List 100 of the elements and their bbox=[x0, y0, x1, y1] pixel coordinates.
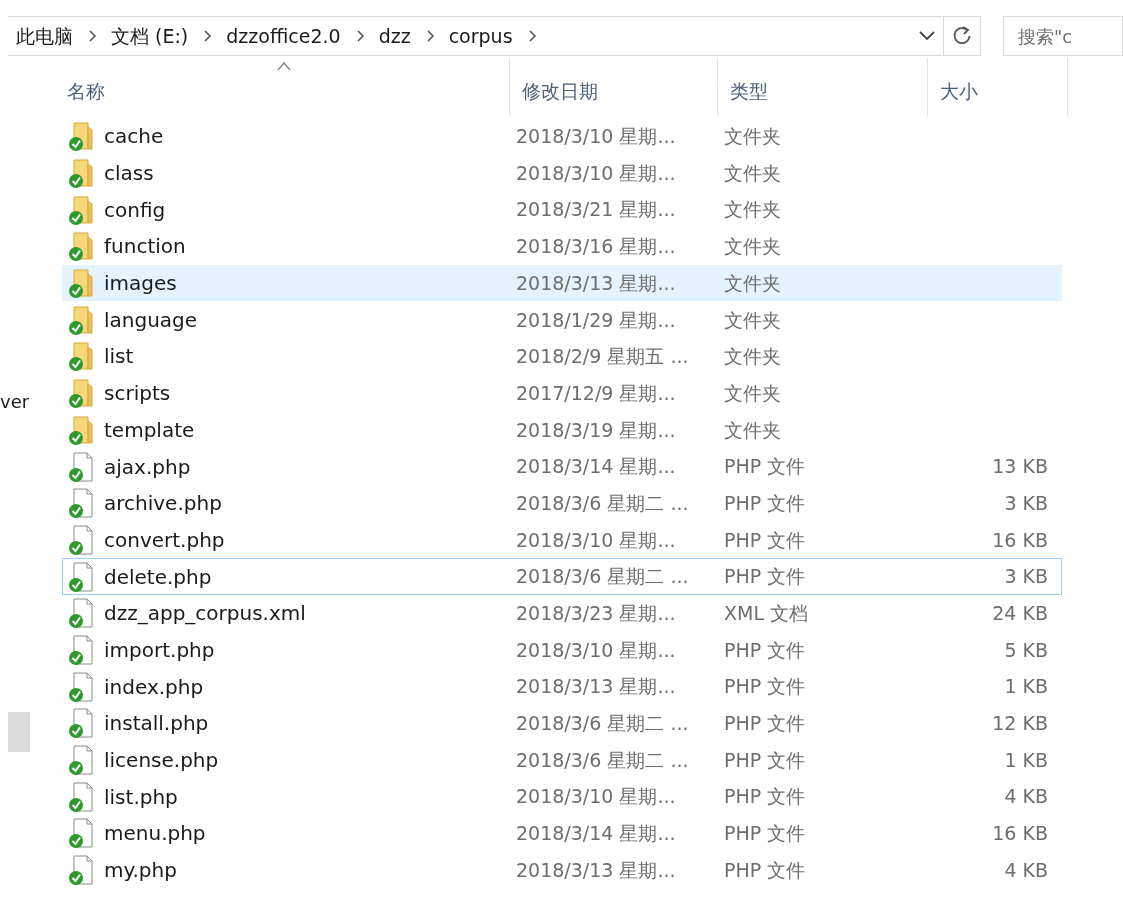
date-cell: 2018/3/6 星期二 ... bbox=[516, 748, 689, 771]
date-cell: 2018/3/23 星期... bbox=[516, 602, 676, 625]
folder-check-icon bbox=[68, 414, 96, 445]
file-row[interactable]: class 2018/3/10 星期... 文件夹 bbox=[62, 154, 1062, 192]
date-cell: 2018/3/6 星期二 ... bbox=[516, 565, 689, 588]
refresh-icon[interactable] bbox=[952, 25, 972, 47]
breadcrumb-item[interactable]: dzzoffice2.0 bbox=[218, 21, 349, 51]
file-row[interactable]: menu.php 2018/3/14 星期... PHP 文件 16 KB bbox=[62, 815, 1062, 852]
file-row[interactable]: install.php 2018/3/6 星期二 ... PHP 文件 12 KB bbox=[62, 705, 1062, 742]
type-cell: 文件夹 bbox=[724, 418, 781, 441]
type-cell: 文件夹 bbox=[724, 235, 781, 258]
file-row[interactable]: archive.php 2018/3/6 星期二 ... PHP 文件 3 KB bbox=[62, 484, 1062, 522]
nav-item-label[interactable]: ver bbox=[0, 388, 30, 415]
chevron-right-icon[interactable] bbox=[424, 29, 435, 43]
type-cell: PHP 文件 bbox=[724, 748, 806, 771]
column-header[interactable]: 大小 bbox=[928, 58, 1068, 116]
date-cell: 2018/3/13 星期... bbox=[516, 675, 676, 698]
column-header[interactable]: 名称 bbox=[55, 58, 510, 116]
breadcrumb-item[interactable]: 此电脑 bbox=[8, 21, 81, 51]
type-cell: 文件夹 bbox=[724, 161, 781, 184]
file-row[interactable]: list 2018/2/9 星期五 ... 文件夹 bbox=[62, 338, 1062, 375]
date-cell: 2018/2/9 星期五 ... bbox=[516, 345, 689, 368]
date-cell: 2018/3/13 星期... bbox=[516, 858, 676, 881]
column-header[interactable]: 类型 bbox=[718, 58, 928, 116]
date-cell: 2017/12/9 星期... bbox=[516, 381, 676, 404]
folder-check-icon bbox=[68, 304, 96, 335]
file-name[interactable]: convert.php bbox=[104, 524, 225, 555]
file-name[interactable]: language bbox=[104, 304, 198, 335]
file-name[interactable]: index.php bbox=[104, 671, 204, 702]
file-row[interactable]: scripts 2017/12/9 星期... 文件夹 bbox=[62, 374, 1062, 412]
file-row[interactable]: index.php 2018/3/13 星期... PHP 文件 1 KB bbox=[62, 668, 1062, 705]
file-row[interactable]: config 2018/3/21 星期... 文件夹 bbox=[62, 191, 1062, 229]
file-row[interactable]: convert.php 2018/3/10 星期... PHP 文件 16 KB bbox=[62, 521, 1062, 559]
file-row[interactable]: template 2018/3/19 星期... 文件夹 bbox=[62, 411, 1062, 449]
file-name[interactable]: menu.php bbox=[104, 818, 206, 849]
file-row[interactable]: license.php 2018/3/6 星期二 ... PHP 文件 1 KB bbox=[62, 741, 1062, 779]
date-cell: 2018/3/10 星期... bbox=[516, 125, 676, 148]
type-cell: PHP 文件 bbox=[724, 638, 806, 661]
date-cell: 2018/1/29 星期... bbox=[516, 308, 676, 331]
file-name[interactable]: ajax.php bbox=[104, 451, 191, 482]
file-row[interactable]: import.php 2018/3/10 星期... PHP 文件 5 KB bbox=[62, 631, 1062, 669]
chevron-right-icon[interactable] bbox=[202, 29, 213, 43]
file-name[interactable]: cache bbox=[104, 121, 164, 152]
date-cell: 2018/3/16 星期... bbox=[516, 235, 676, 258]
file-check-icon bbox=[68, 745, 96, 776]
file-check-icon bbox=[68, 598, 96, 629]
size-cell: 13 KB bbox=[992, 455, 1048, 478]
type-cell: 文件夹 bbox=[724, 271, 781, 294]
size-cell: 4 KB bbox=[1004, 858, 1048, 881]
file-name[interactable]: template bbox=[104, 414, 195, 445]
file-row[interactable]: list.php 2018/3/10 星期... PHP 文件 4 KB bbox=[62, 778, 1062, 816]
chevron-right-icon[interactable] bbox=[87, 29, 97, 43]
file-name[interactable]: license.php bbox=[104, 745, 219, 776]
date-cell: 2018/3/10 星期... bbox=[516, 785, 676, 808]
file-row[interactable]: dzz_app_corpus.xml 2018/3/23 星期... XML 文档 24 KB bbox=[62, 594, 1062, 632]
file-row[interactable]: images 2018/3/13 星期... 文件夹 bbox=[62, 264, 1062, 302]
chevron-right-icon[interactable] bbox=[354, 29, 365, 43]
file-name[interactable]: archive.php bbox=[104, 488, 222, 519]
file-name[interactable]: list bbox=[104, 341, 134, 372]
file-name[interactable]: my.php bbox=[104, 855, 177, 886]
file-check-icon bbox=[68, 561, 96, 592]
search-field[interactable]: 搜索"c bbox=[1003, 16, 1123, 56]
file-check-icon bbox=[68, 488, 96, 519]
breadcrumb-item[interactable]: corpus bbox=[440, 21, 521, 51]
file-name[interactable]: class bbox=[104, 158, 154, 189]
scrollbar-thumb[interactable] bbox=[8, 712, 30, 752]
file-check-icon bbox=[68, 818, 96, 849]
file-row[interactable]: cache 2018/3/10 星期... 文件夹 bbox=[62, 118, 1062, 155]
file-name[interactable]: import.php bbox=[104, 634, 215, 665]
breadcrumb-item[interactable]: dzz bbox=[370, 21, 419, 51]
file-check-icon bbox=[68, 671, 96, 702]
file-row[interactable]: function 2018/3/16 星期... 文件夹 bbox=[62, 228, 1062, 265]
file-row[interactable]: ajax.php 2018/3/14 星期... PHP 文件 13 KB bbox=[62, 448, 1062, 485]
type-cell: 文件夹 bbox=[724, 381, 781, 404]
file-name[interactable]: config bbox=[104, 194, 166, 225]
column-header[interactable]: 修改日期 bbox=[510, 58, 718, 116]
type-cell: PHP 文件 bbox=[724, 491, 806, 514]
folder-check-icon bbox=[68, 231, 96, 262]
file-name[interactable]: install.php bbox=[104, 708, 209, 739]
folder-check-icon bbox=[68, 194, 96, 225]
chevron-right-icon[interactable] bbox=[526, 29, 537, 43]
chevron-down-icon[interactable] bbox=[919, 31, 935, 41]
file-row[interactable]: my.php 2018/3/13 星期... PHP 文件 4 KB bbox=[62, 851, 1062, 889]
file-name[interactable]: images bbox=[104, 268, 177, 299]
type-cell: PHP 文件 bbox=[724, 528, 806, 551]
file-name[interactable]: list.php bbox=[104, 781, 178, 812]
breadcrumb-item[interactable]: 文档 (E:) bbox=[103, 21, 197, 51]
date-cell: 2018/3/10 星期... bbox=[516, 161, 676, 184]
file-name[interactable]: dzz_app_corpus.xml bbox=[104, 598, 306, 629]
file-name[interactable]: scripts bbox=[104, 378, 171, 409]
type-cell: PHP 文件 bbox=[724, 712, 806, 735]
file-name[interactable]: delete.php bbox=[104, 561, 212, 592]
file-check-icon bbox=[68, 708, 96, 739]
folder-check-icon bbox=[68, 378, 96, 409]
type-cell: 文件夹 bbox=[724, 125, 781, 148]
file-row[interactable]: delete.php 2018/3/6 星期二 ... PHP 文件 3 KB bbox=[62, 558, 1062, 595]
type-cell: PHP 文件 bbox=[724, 822, 806, 845]
date-cell: 2018/3/10 星期... bbox=[516, 638, 676, 661]
file-row[interactable]: language 2018/1/29 星期... 文件夹 bbox=[62, 301, 1062, 339]
file-name[interactable]: function bbox=[104, 231, 186, 262]
